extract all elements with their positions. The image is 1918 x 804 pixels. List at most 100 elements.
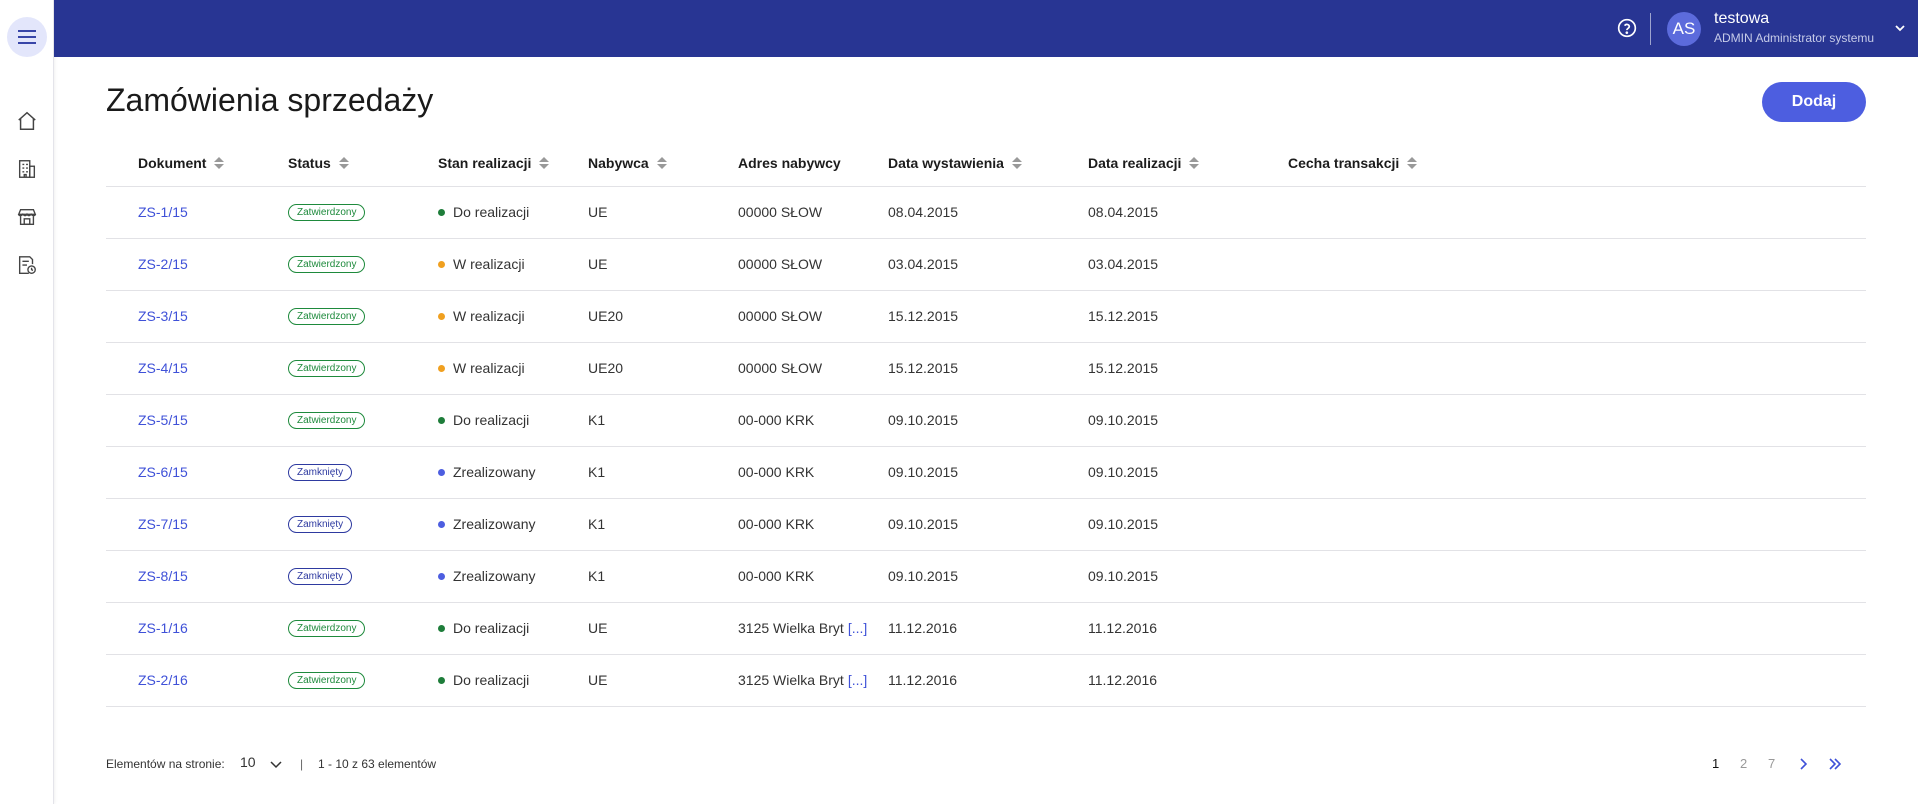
header-label: Data wystawienia [888,155,1004,171]
status-badge: Zatwierdzony [288,308,366,325]
stage-cell: Zrealizowany [438,516,535,532]
page-7-button[interactable]: 7 [1768,756,1775,771]
sidebar-item-home[interactable] [14,108,40,134]
header-col-issue-date[interactable]: Data wystawienia [888,155,1022,171]
user-name: testowa [1714,10,1770,27]
status-badge: Zatwierdzony [288,256,366,273]
address-cell: 3125 Wielka Bryt [...] [738,620,867,636]
header-col-status[interactable]: Status [288,155,349,171]
sort-icon[interactable] [539,157,550,169]
chevron-right-icon[interactable] [1794,755,1812,773]
stage-cell: Zrealizowany [438,568,535,584]
stage-label: W realizacji [453,360,525,376]
status-badge: Zatwierdzony [288,620,366,637]
chevron-down-icon[interactable] [1892,20,1908,36]
header-col-stage[interactable]: Stan realizacji [438,155,550,171]
sidebar-item-stores[interactable] [14,204,40,230]
sort-icon[interactable] [338,157,349,169]
document-link[interactable]: ZS-2/16 [138,672,188,688]
address-text: 00000 SŁOW [738,308,823,324]
stage-cell: W realizacji [438,360,525,376]
document-link[interactable]: ZS-6/15 [138,464,188,480]
building-icon [18,160,36,178]
address-cell: 00000 SŁOW [738,204,822,220]
completion-date-cell: 11.12.2016 [1088,620,1158,636]
address-cell: 00-000 KRK [738,464,814,480]
address-text: 00000 SŁOW [738,360,823,376]
double-chevron-right-icon[interactable] [1826,755,1844,773]
table-row[interactable]: ZS-7/15 Zamknięty Zrealizowany K1 00-000 KRK… [106,499,1866,551]
buyer-cell: UE20 [588,308,624,324]
completion-date-cell: 09.10.2015 [1088,464,1159,480]
document-link[interactable]: ZS-3/15 [138,308,188,324]
completion-date-cell: 09.10.2015 [1088,568,1159,584]
table-row[interactable]: ZS-2/15 Zatwierdzony W realizacji UE 00000 S… [106,239,1866,291]
header-col-document[interactable]: Dokument [138,155,225,171]
help-button[interactable] [1615,16,1639,40]
document-link[interactable]: ZS-5/15 [138,412,188,428]
page-2-button[interactable]: 2 [1740,756,1747,771]
sort-icon[interactable] [656,157,667,169]
issue-date-cell: 11.12.2016 [888,672,958,688]
table-row[interactable]: ZS-1/15 Zatwierdzony Do realizacji UE 00000 … [106,187,1866,239]
table-row[interactable]: ZS-3/15 Zatwierdzony W realizacji UE20 00000… [106,291,1866,343]
completion-date-cell: 09.10.2015 [1088,412,1159,428]
stage-dot-icon [438,625,445,632]
table-row[interactable]: ZS-8/15 Zamknięty Zrealizowany K1 00-000 KRK… [106,551,1866,603]
sort-icon[interactable] [214,157,225,169]
document-link[interactable]: ZS-2/15 [138,256,188,272]
menu-toggle-button[interactable] [7,17,47,57]
address-more-link[interactable]: [...] [848,620,867,636]
status-badge: Zatwierdzony [288,360,366,377]
document-link[interactable]: ZS-8/15 [138,568,188,584]
stage-dot-icon [438,469,445,476]
table-row[interactable]: ZS-5/15 Zatwierdzony Do realizacji K1 00-000… [106,395,1866,447]
table-row[interactable]: ZS-1/16 Zatwierdzony Do realizacji UE 3125 W… [106,603,1866,655]
stage-dot-icon [438,261,445,268]
add-button[interactable]: Dodaj [1762,82,1866,122]
chevron-down-icon[interactable] [268,756,284,772]
status-badge: Zatwierdzony [288,412,366,429]
address-text: 3125 Wielka Bryt [738,672,844,688]
sidebar-item-companies[interactable] [14,156,40,182]
document-link[interactable]: ZS-4/15 [138,360,188,376]
stage-cell: Do realizacji [438,204,529,220]
sidebar-item-documents[interactable] [14,252,40,278]
sort-icon[interactable] [1011,157,1022,169]
header-col-transaction-feature[interactable]: Cecha transakcji [1288,155,1418,171]
address-more-link[interactable]: [...] [848,672,867,688]
per-page-select[interactable]: 10 [240,754,256,770]
header-col-completion-date[interactable]: Data realizacji [1088,155,1200,171]
avatar[interactable]: AS [1667,12,1701,46]
issue-date-cell: 09.10.2015 [888,568,959,584]
stage-label: W realizacji [453,308,525,324]
buyer-cell: UE [588,256,608,272]
completion-date-cell: 08.04.2015 [1088,204,1159,220]
buyer-cell: K1 [588,568,606,584]
buyer-cell: K1 [588,516,606,532]
document-link[interactable]: ZS-7/15 [138,516,188,532]
document-link[interactable]: ZS-1/15 [138,204,188,220]
document-link[interactable]: ZS-1/16 [138,620,188,636]
header-label: Adres nabywcy [738,155,841,171]
top-header: AS testowa ADMIN Administrator systemu [54,0,1918,57]
help-icon [1617,18,1637,38]
table-row[interactable]: ZS-6/15 Zamknięty Zrealizowany K1 00-000 KRK… [106,447,1866,499]
sort-icon[interactable] [1407,157,1418,169]
stage-cell: Do realizacji [438,620,529,636]
table-row[interactable]: ZS-2/16 Zatwierdzony Do realizacji UE 3125 W… [106,655,1866,707]
header-col-address[interactable]: Adres nabywcy [738,155,841,171]
completion-date-cell: 15.12.2015 [1088,308,1159,324]
address-text: 00-000 KRK [738,568,815,584]
page-1-button[interactable]: 1 [1712,756,1719,771]
status-badge: Zatwierdzony [288,672,366,689]
table-body: ZS-1/15 Zatwierdzony Do realizacji UE 00000 … [106,187,1866,707]
completion-date-cell: 03.04.2015 [1088,256,1159,272]
address-cell: 3125 Wielka Bryt [...] [738,672,867,688]
address-cell: 00-000 KRK [738,412,814,428]
stage-cell: Zrealizowany [438,464,535,480]
sort-icon[interactable] [1189,157,1200,169]
header-col-buyer[interactable]: Nabywca [588,155,667,171]
table-row[interactable]: ZS-4/15 Zatwierdzony W realizacji UE20 00000… [106,343,1866,395]
stage-dot-icon [438,521,445,528]
